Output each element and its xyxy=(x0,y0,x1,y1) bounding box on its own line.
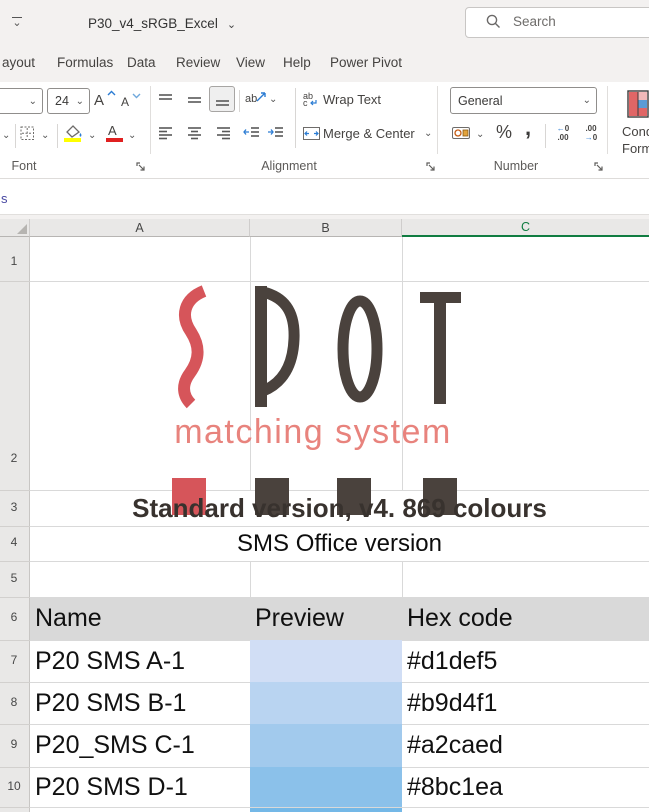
preview-cell-b8[interactable] xyxy=(250,682,402,724)
tab-page-layout[interactable]: ayout xyxy=(2,55,35,70)
cell-a8-name[interactable]: P20 SMS B-1 xyxy=(35,682,186,724)
increase-decimal-button[interactable]: ←0.00 xyxy=(551,124,575,142)
preview-cell-b11-peek xyxy=(250,808,402,812)
preview-cell-b9[interactable] xyxy=(250,724,402,767)
accounting-dropdown-icon[interactable]: ⌄ xyxy=(476,129,484,140)
sheet-title-standard-version[interactable]: Standard version, v4. 869 colours xyxy=(30,490,649,526)
search-icon xyxy=(486,14,501,29)
borders-button[interactable] xyxy=(20,126,35,146)
cell-c8-hex[interactable]: #b9d4f1 xyxy=(407,682,497,724)
tab-help[interactable]: Help xyxy=(283,55,311,70)
row-header-4[interactable]: 4 xyxy=(0,535,28,551)
row-header-5[interactable]: 5 xyxy=(0,571,28,587)
svg-text:c: c xyxy=(303,98,308,107)
number-dialog-launcher[interactable] xyxy=(594,162,604,172)
orientation-dropdown-icon[interactable]: ⌄ xyxy=(269,94,277,105)
select-all-button[interactable] xyxy=(0,219,30,237)
row-header-6[interactable]: 6 xyxy=(0,610,28,626)
row-header-1[interactable]: 1 xyxy=(0,254,28,270)
number-group-label: Number xyxy=(486,159,546,173)
middle-align-button[interactable] xyxy=(187,93,202,107)
spot-logo-letters xyxy=(160,283,470,413)
conditional-formatting-button[interactable]: Cond Forma xyxy=(622,89,649,155)
title-bar: ⌄ P30_v4_sRGB_Excel⌄ Search xyxy=(0,0,649,46)
percent-style-button[interactable]: % xyxy=(496,122,512,143)
cell-a10-name[interactable]: P20 SMS D-1 xyxy=(35,767,188,807)
column-header-a[interactable]: A xyxy=(30,219,250,237)
cell-c10-hex[interactable]: #8bc1ea xyxy=(407,767,503,807)
bottom-align-button[interactable] xyxy=(209,86,235,112)
fill-color-dropdown-icon[interactable]: ⌄ xyxy=(88,130,96,141)
top-align-button[interactable] xyxy=(158,93,173,107)
preview-cell-b7[interactable] xyxy=(250,640,402,682)
align-right-button[interactable] xyxy=(216,126,231,140)
font-size-select[interactable]: 24⌄ xyxy=(47,88,90,114)
shrink-font-button[interactable]: A xyxy=(121,90,145,112)
logo-tagline: matching system xyxy=(160,413,466,451)
font-color-swatch xyxy=(106,138,123,142)
alignment-dialog-launcher[interactable] xyxy=(426,162,436,172)
row-header-10[interactable]: 10 xyxy=(0,779,28,795)
tab-formulas[interactable]: Formulas xyxy=(57,55,113,70)
document-title[interactable]: P30_v4_sRGB_Excel⌄ xyxy=(88,16,236,31)
column-header-c-selected[interactable]: C xyxy=(402,219,649,237)
formula-bar-fragment: s xyxy=(1,191,8,206)
row-header-8[interactable]: 8 xyxy=(0,695,28,711)
tab-power-pivot[interactable]: Power Pivot xyxy=(330,55,402,70)
select-all-triangle-icon xyxy=(17,224,27,234)
decrease-decimal-button[interactable]: .00→0 xyxy=(579,124,603,142)
alignment-group-label: Alignment xyxy=(249,159,329,173)
align-left-button[interactable] xyxy=(158,126,173,140)
chevron-down-icon: ⌄ xyxy=(227,19,236,31)
fill-color-swatch xyxy=(64,138,81,142)
ribbon: ⌄ 24⌄ A A ⌄ ⌄ ⌄ A ⌄ Font xyxy=(0,82,649,179)
tab-review[interactable]: Review xyxy=(176,55,220,70)
conditional-formatting-icon xyxy=(627,90,649,118)
row-header-9[interactable]: 9 xyxy=(0,737,28,753)
preview-cell-b10[interactable] xyxy=(250,767,402,807)
search-placeholder: Search xyxy=(513,14,556,29)
column-header-b[interactable]: B xyxy=(250,219,402,237)
orientation-button[interactable]: ab xyxy=(245,90,267,108)
font-name-select[interactable]: ⌄ xyxy=(0,88,43,114)
cell-c9-hex[interactable]: #a2caed xyxy=(407,724,503,767)
row-header-3[interactable]: 3 xyxy=(0,500,28,516)
font-dialog-launcher[interactable] xyxy=(136,162,146,172)
borders-dropdown-icon[interactable]: ⌄ xyxy=(41,130,49,141)
tab-view[interactable]: View xyxy=(236,55,265,70)
cell-a9-name[interactable]: P20_SMS C-1 xyxy=(35,724,195,767)
accounting-format-button[interactable] xyxy=(452,125,472,141)
sheet-title-office-version[interactable]: SMS Office version xyxy=(30,526,649,561)
row-header-2[interactable]: 2 xyxy=(0,451,28,467)
decrease-indent-button[interactable] xyxy=(243,126,260,140)
increase-indent-button[interactable] xyxy=(267,126,284,140)
font-group-label: Font xyxy=(2,159,46,173)
grow-font-button[interactable]: A xyxy=(94,90,118,112)
align-center-button[interactable] xyxy=(187,126,202,140)
cell-c7-hex[interactable]: #d1def5 xyxy=(407,640,497,682)
font-color-dropdown-icon[interactable]: ⌄ xyxy=(128,130,136,141)
clipped-dropdown-icon[interactable]: ⌄ xyxy=(2,130,10,141)
ribbon-tab-row: ayout Formulas Data Review View Help Pow… xyxy=(0,46,649,82)
table-header-name[interactable]: Name xyxy=(35,597,102,640)
formula-bar[interactable]: s xyxy=(0,179,649,215)
row-header-7[interactable]: 7 xyxy=(0,653,28,669)
font-color-button[interactable]: A xyxy=(106,123,126,145)
merge-center-dropdown-icon: ⌄ xyxy=(424,128,432,139)
comma-style-button[interactable]: , xyxy=(525,115,531,141)
ribbon-options-icon[interactable]: ⌄ xyxy=(10,14,24,30)
fill-color-button[interactable] xyxy=(64,125,84,145)
number-format-select[interactable]: General⌄ xyxy=(450,87,597,114)
row-header-column: 1 2 3 4 5 6 7 8 9 10 xyxy=(0,237,30,812)
cell-a7-name[interactable]: P20 SMS A-1 xyxy=(35,640,185,682)
tab-data[interactable]: Data xyxy=(127,55,156,70)
table-header-preview[interactable]: Preview xyxy=(255,597,344,640)
table-header-hex[interactable]: Hex code xyxy=(407,597,513,640)
